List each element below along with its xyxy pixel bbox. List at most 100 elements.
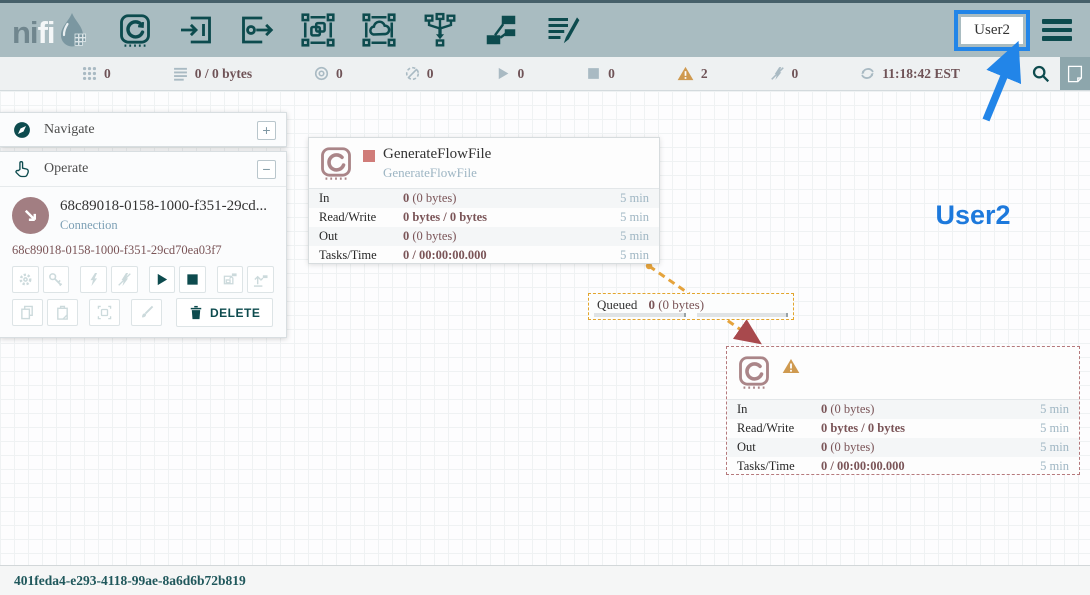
- operate-buttons-row1: [12, 266, 274, 293]
- refresh-icon: [860, 66, 875, 81]
- hamburger-icon: [1042, 19, 1072, 24]
- output-port-component-button[interactable]: [238, 11, 276, 49]
- remote-process-group-component-button[interactable]: [360, 11, 398, 49]
- stat-value: 0: [608, 66, 615, 82]
- input-port-icon: [178, 12, 214, 48]
- fill-color-button[interactable]: [131, 299, 162, 326]
- processor-component-button[interactable]: [116, 11, 154, 49]
- connection-queued-label[interactable]: Queued0 (0 bytes): [588, 293, 794, 320]
- delete-button[interactable]: DELETE: [176, 298, 273, 327]
- processor-generateflowfile[interactable]: GenerateFlowFile GenerateFlowFile In 0 (…: [308, 137, 660, 264]
- funnel-icon: [422, 12, 458, 48]
- document-icon: [1067, 65, 1083, 83]
- paste-button[interactable]: [47, 299, 78, 326]
- operate-body: 68c89018-0158-1000-f351-29cd... Connecti…: [0, 186, 286, 337]
- processor-unnamed-selected[interactable]: In 0 (0 bytes) 5 min Read/Write 0 bytes …: [726, 346, 1080, 475]
- bulletin-board-tile[interactable]: [1060, 57, 1090, 90]
- stat-stopped: 0: [586, 66, 615, 82]
- operate-collapse-button[interactable]: −: [257, 160, 276, 179]
- flow-canvas[interactable]: Navigate + Operate −: [0, 91, 1090, 565]
- queued-data-icon: [173, 66, 188, 81]
- processor-icon: [117, 12, 153, 48]
- selected-component-id: 68c89018-0158-1000-f351-29cd70ea03f7: [12, 243, 274, 258]
- stat-queued-data: 0 / 0 bytes: [173, 66, 252, 82]
- stat-invalid: 2: [677, 66, 708, 82]
- lightning-icon: [86, 272, 101, 287]
- stat-value: 0: [104, 66, 111, 82]
- group-button[interactable]: [89, 299, 120, 326]
- start-button[interactable]: [149, 266, 176, 293]
- stat-running: 0: [495, 66, 524, 82]
- access-policies-button[interactable]: [43, 266, 70, 293]
- user-menu-button[interactable]: User2: [961, 17, 1023, 44]
- stat-value: 2: [701, 66, 708, 82]
- upload-template-icon: [253, 272, 268, 287]
- stat-row-out: Out 0 (0 bytes) 5 min: [727, 438, 1079, 457]
- connection-type-icon: [12, 197, 49, 234]
- save-template-icon: [223, 272, 238, 287]
- stat-row-in: In 0 (0 bytes) 5 min: [309, 189, 659, 208]
- toolbar: nifi: [0, 3, 1090, 57]
- stop-icon: [185, 272, 200, 287]
- statusbar-actions: [1020, 57, 1090, 90]
- search-button[interactable]: [1020, 57, 1060, 90]
- annotation-user2-label: User2: [898, 200, 1048, 231]
- status-bar: 0 0 / 0 bytes 0 0: [0, 57, 1090, 91]
- stat-row-tasks: Tasks/Time 0 / 00:00:00.000 5 min: [309, 246, 659, 265]
- stat-not-transmitting: 0: [405, 66, 434, 82]
- stat-value: 0 / 0 bytes: [195, 66, 252, 82]
- stat-row-readwrite: Read/Write 0 bytes / 0 bytes 5 min: [727, 419, 1079, 438]
- navigate-expand-button[interactable]: +: [257, 121, 276, 140]
- processor-header: [727, 347, 1079, 399]
- lightning-slash-icon: [117, 272, 132, 287]
- configure-button[interactable]: [12, 266, 39, 293]
- process-group-id: 401feda4-e293-4118-99ae-8a6d6b72b819: [14, 573, 246, 589]
- stat-value: 0: [427, 66, 434, 82]
- template-component-button[interactable]: [482, 11, 520, 49]
- processor-type: GenerateFlowFile: [383, 165, 477, 181]
- process-group-component-button[interactable]: [299, 11, 337, 49]
- funnel-component-button[interactable]: [421, 11, 459, 49]
- logo-text-ni: ni: [12, 17, 38, 48]
- upload-template-button[interactable]: [247, 266, 274, 293]
- stat-row-tasks: Tasks/Time 0 / 00:00:00.000 5 min: [727, 457, 1079, 476]
- trash-icon: [189, 305, 203, 320]
- invalid-warning-icon: [782, 358, 800, 374]
- stat-active-threads: 0: [82, 66, 111, 82]
- processor-type-icon: [318, 145, 354, 181]
- transmitting-icon: [314, 66, 329, 81]
- stop-button[interactable]: [179, 266, 206, 293]
- copy-icon: [20, 305, 35, 320]
- operate-buttons-row2: DELETE: [12, 298, 274, 327]
- queued-label: Queued: [597, 297, 637, 312]
- stat-value: 0: [336, 66, 343, 82]
- selected-component-type: Connection: [60, 218, 267, 233]
- queue-percent-bars: [594, 313, 788, 317]
- processor-stats: In 0 (0 bytes) 5 min Read/Write 0 bytes …: [727, 399, 1079, 476]
- global-menu-button[interactable]: [1042, 19, 1072, 41]
- active-threads-icon: [82, 66, 97, 81]
- stat-value: 0: [792, 66, 799, 82]
- disabled-icon: [770, 66, 785, 81]
- label-component-button[interactable]: [543, 11, 581, 49]
- disable-button[interactable]: [111, 266, 138, 293]
- delete-label: DELETE: [210, 306, 260, 320]
- copy-button[interactable]: [12, 299, 43, 326]
- paste-icon: [55, 305, 70, 320]
- selected-component-row: 68c89018-0158-1000-f351-29cd... Connecti…: [12, 197, 274, 234]
- template-icon: [483, 12, 519, 48]
- stat-last-refreshed[interactable]: 11:18:42 EST: [860, 66, 960, 82]
- not-transmitting-icon: [405, 66, 420, 81]
- process-group-icon: [300, 12, 336, 48]
- compass-icon: [12, 120, 32, 140]
- create-template-button[interactable]: [217, 266, 244, 293]
- invalid-icon: [677, 66, 694, 81]
- stat-transmitting: 0: [314, 66, 343, 82]
- stat-value: 0: [517, 66, 524, 82]
- brush-icon: [139, 305, 154, 320]
- flow-status-stats: 0 0 / 0 bytes 0 0: [0, 57, 1020, 90]
- enable-button[interactable]: [80, 266, 107, 293]
- remote-process-group-icon: [361, 12, 397, 48]
- input-port-component-button[interactable]: [177, 11, 215, 49]
- navigate-title: Navigate: [44, 122, 257, 138]
